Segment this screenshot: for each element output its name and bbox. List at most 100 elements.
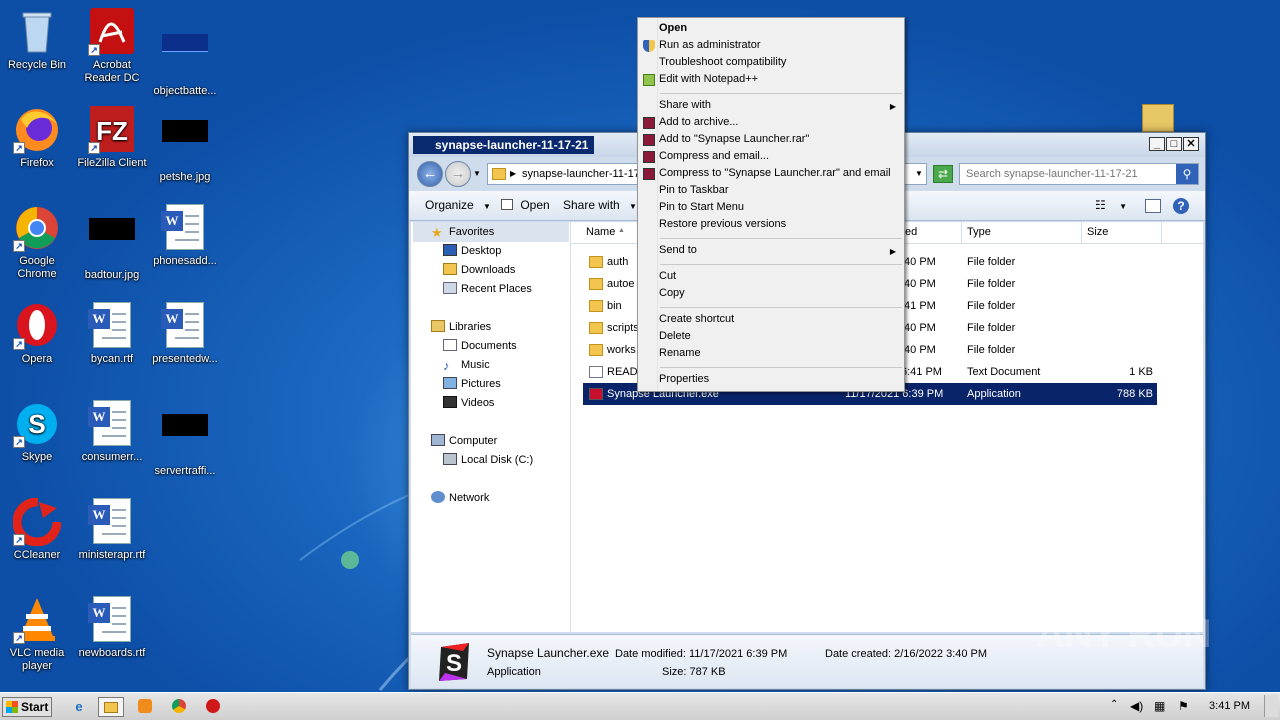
menu-item-compress-email[interactable]: Compress and email...: [659, 149, 769, 164]
file-type: File folder: [967, 344, 1016, 356]
menu-item-send-to[interactable]: Send to: [659, 243, 697, 258]
menu-item-cut[interactable]: Cut: [659, 269, 676, 284]
menu-item-open[interactable]: Open: [659, 21, 687, 36]
column-header-name[interactable]: Name: [586, 226, 615, 238]
menu-item-edit-notepad[interactable]: Edit with Notepad++: [659, 72, 758, 87]
action-center-flag-icon[interactable]: ⚑: [1178, 699, 1189, 713]
nav-pictures[interactable]: Pictures: [443, 377, 501, 391]
menu-item-restore-versions[interactable]: Restore previous versions: [659, 217, 786, 232]
column-header-type[interactable]: Type: [967, 226, 991, 238]
close-button[interactable]: ✕: [1183, 137, 1199, 151]
menu-item-rename[interactable]: Rename: [659, 346, 701, 361]
desktop-icon-badtour[interactable]: badtour.jpg: [75, 204, 149, 282]
file-date: :40 PM: [901, 344, 936, 356]
menu-item-run-as-admin[interactable]: Run as administrator: [659, 38, 761, 53]
nav-desktop[interactable]: Desktop: [443, 244, 501, 258]
taskbar-stop-icon[interactable]: [200, 697, 226, 717]
menu-item-add-to-archive[interactable]: Add to archive...: [659, 115, 739, 130]
open-button[interactable]: Open: [501, 198, 550, 212]
desktop-icon-opera[interactable]: ↗ Opera: [0, 302, 74, 366]
menu-item-copy[interactable]: Copy: [659, 286, 685, 301]
breadcrumb-arrow-icon[interactable]: ▶: [510, 164, 516, 184]
nav-recent-places[interactable]: Recent Places: [443, 282, 532, 296]
nav-network[interactable]: Network: [431, 491, 489, 505]
volume-icon[interactable]: ◀): [1130, 699, 1143, 713]
nav-downloads[interactable]: Downloads: [443, 263, 515, 277]
nav-music[interactable]: ♪ Music: [443, 358, 490, 372]
organize-button[interactable]: Organize ▼: [425, 198, 491, 212]
desktop-icon-label: VLC media player: [9, 647, 65, 672]
nav-videos[interactable]: Videos: [443, 396, 494, 410]
minimize-button[interactable]: _: [1149, 137, 1165, 151]
search-icon[interactable]: ⚲: [1176, 164, 1198, 184]
desktop-icon-bycan[interactable]: W bycan.rtf: [75, 302, 149, 366]
forward-button[interactable]: →: [445, 161, 471, 187]
nav-documents[interactable]: Documents: [443, 339, 517, 353]
menu-item-add-to-rar[interactable]: Add to "Synapse Launcher.rar": [659, 132, 809, 147]
desktop-icon-newboards[interactable]: W newboards.rtf: [75, 596, 149, 660]
column-header-date[interactable]: ed: [905, 226, 917, 238]
desktop-icon-servertraffi[interactable]: servertraffi...: [148, 400, 222, 478]
desktop-icon-consumerr[interactable]: W consumerr...: [75, 400, 149, 464]
show-desktop-button[interactable]: [1264, 695, 1278, 717]
desktop-icon-vlc[interactable]: ↗ VLC media player: [0, 596, 74, 673]
column-header-size[interactable]: Size: [1087, 226, 1108, 238]
start-button[interactable]: Start: [2, 697, 52, 717]
address-dropdown-icon[interactable]: ▼: [915, 169, 923, 178]
search-input[interactable]: [960, 164, 1170, 184]
search-box[interactable]: ⚲: [959, 163, 1199, 185]
word-document-icon: W: [88, 596, 136, 644]
desktop-icon-label: Recycle Bin: [7, 59, 67, 71]
desktop-icon-recycle-bin[interactable]: Recycle Bin: [0, 8, 74, 72]
maximize-button[interactable]: □: [1166, 137, 1182, 151]
svg-text:S: S: [28, 409, 45, 439]
desktop-icon-acrobat[interactable]: ↗ Acrobat Reader DC: [75, 8, 149, 85]
desktop-icon-ccleaner[interactable]: ↗ CCleaner: [0, 497, 74, 562]
menu-item-properties[interactable]: Properties: [659, 372, 709, 387]
menu-item-pin-start[interactable]: Pin to Start Menu: [659, 200, 744, 215]
nav-label: Documents: [461, 340, 517, 352]
desktop-icon-presentedw[interactable]: W presentedw...: [148, 302, 222, 366]
winrar-icon: [643, 117, 655, 129]
show-hidden-icons[interactable]: ⌃: [1110, 699, 1118, 710]
svg-text:S: S: [446, 650, 462, 677]
taskbar-explorer-icon[interactable]: [98, 697, 124, 717]
menu-item-create-shortcut[interactable]: Create shortcut: [659, 312, 734, 327]
ccleaner-icon: ↗: [12, 497, 62, 547]
refresh-icon[interactable]: ⇄: [933, 165, 953, 183]
menu-item-pin-taskbar[interactable]: Pin to Taskbar: [659, 183, 729, 198]
share-with-button[interactable]: Share with ▼: [563, 198, 637, 212]
help-icon[interactable]: ?: [1173, 198, 1189, 214]
desktop-icon-petshe[interactable]: petshe.jpg: [148, 106, 222, 184]
view-options-icon[interactable]: ☷ ▼: [1095, 198, 1127, 212]
desktop-icon-filezilla[interactable]: FZ ↗ FileZilla Client: [75, 106, 149, 170]
taskbar-media-player-icon[interactable]: [132, 697, 158, 717]
desktop-icon-chrome[interactable]: ↗ Google Chrome: [0, 204, 74, 281]
desktop-icon-skype[interactable]: S ↗ Skype: [0, 400, 74, 464]
folder-icon: [589, 344, 603, 356]
back-button[interactable]: ←: [417, 161, 443, 187]
skype-icon: S ↗: [13, 400, 61, 448]
nav-local-disk[interactable]: Local Disk (C:): [443, 453, 533, 467]
taskbar-ie-icon[interactable]: e: [66, 697, 92, 717]
preview-pane-icon[interactable]: [1145, 199, 1161, 213]
menu-item-delete[interactable]: Delete: [659, 329, 691, 344]
menu-item-share-with[interactable]: Share with: [659, 98, 711, 113]
clock[interactable]: 3:41 PM: [1209, 700, 1250, 712]
desktop-icon-phonesadd[interactable]: W phonesadd...: [148, 204, 222, 268]
menu-item-troubleshoot[interactable]: Troubleshoot compatibility: [659, 55, 786, 70]
desktop-icon-objectbatte[interactable]: objectbatte...: [148, 8, 222, 98]
desktop-folder-icon[interactable]: [1142, 104, 1174, 132]
menu-item-compress-rar-email[interactable]: Compress to "Synapse Launcher.rar" and e…: [659, 166, 891, 181]
desktop-icon-ministerapr[interactable]: W ministerapr.rtf: [75, 498, 149, 562]
desktop-icon-label: newboards.rtf: [78, 647, 146, 659]
nav-computer[interactable]: Computer: [431, 434, 497, 448]
nav-libraries[interactable]: Libraries: [431, 320, 491, 334]
recent-pages-dropdown-icon[interactable]: ▼: [473, 169, 481, 178]
desktop-icon-firefox[interactable]: ↗ Firefox: [0, 106, 74, 170]
desktop-icon-label: Firefox: [20, 157, 54, 169]
network-tray-icon[interactable]: ▦: [1154, 699, 1165, 713]
taskbar-chrome-icon[interactable]: [166, 697, 192, 717]
nav-favorites[interactable]: ★ Favorites: [431, 225, 494, 239]
nav-label: Network: [449, 492, 490, 504]
